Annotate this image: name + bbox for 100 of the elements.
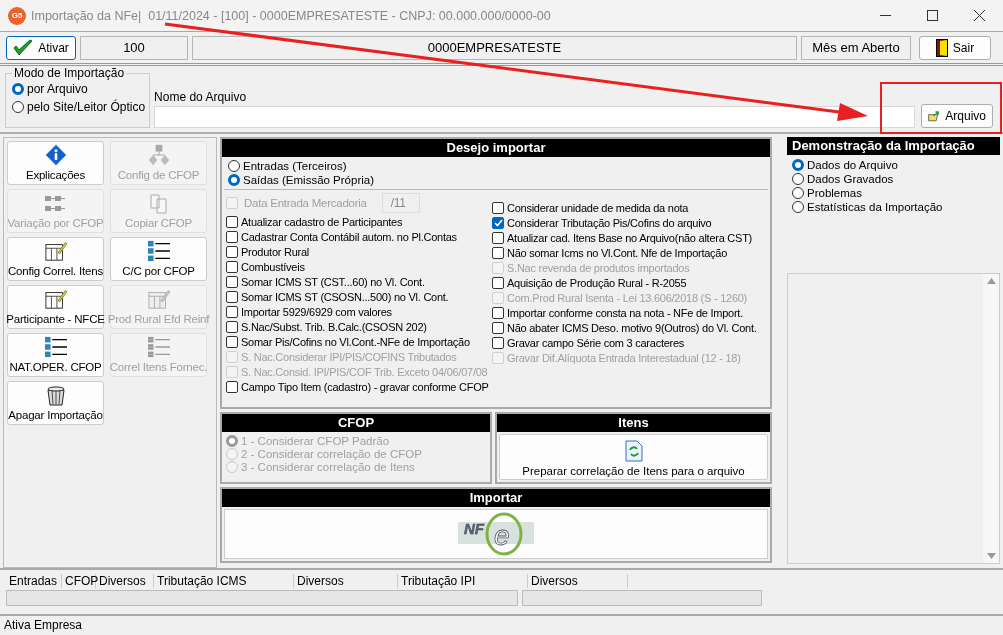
- checkbox-label: Importar 5929/6929 com valores: [241, 305, 392, 318]
- panel-header: Desejo importar: [222, 139, 770, 157]
- status-text: Ativa Empresa: [3, 617, 84, 634]
- checkbox-label: Produtor Rural: [241, 245, 310, 258]
- checkbox[interactable]: [226, 275, 238, 288]
- form-edit-icon: [42, 240, 69, 262]
- checkbox-label: Somar ICMS ST (CSOSN...500) no Vl. Cont.: [241, 290, 449, 303]
- radio-button[interactable]: [228, 174, 240, 186]
- radio-label: pelo Site/Leitor Óptico: [27, 100, 146, 114]
- radio-button[interactable]: [792, 187, 804, 199]
- checkbox-label: Atualizar cad. Itens Base no Arquivo(não altera CST): [507, 231, 753, 244]
- checkbox[interactable]: [492, 201, 504, 214]
- checkbox-label: S. Nac.Consid. IPI/PIS/COF Trib. Exceto 04/06/07/08: [241, 365, 488, 378]
- action-button[interactable]: Config Correl. Itens: [7, 237, 104, 281]
- checkbox-label: S.Nac/Subst. Trib. B.Calc.(CSOSN 202): [241, 320, 427, 333]
- action-button[interactable]: Apagar Importação: [7, 381, 104, 425]
- door-icon: [935, 38, 948, 57]
- checkbox-label: S.Nac revenda de produtos importados: [507, 261, 690, 274]
- checkbox[interactable]: [226, 245, 238, 258]
- action-button[interactable]: Explicações: [7, 141, 104, 185]
- checkbox-label: Atualizar cadastro de Participantes: [241, 215, 403, 228]
- checkbox-label: S. Nac.Considerar IPI/PIS/COFINS Tributados: [241, 350, 457, 363]
- checkmark-icon: [493, 218, 503, 227]
- checkbox[interactable]: [226, 230, 238, 243]
- checkbox-label: Combustíveis: [241, 260, 305, 273]
- checkbox[interactable]: [226, 290, 238, 303]
- action-button[interactable]: C/C por CFOP: [110, 237, 207, 281]
- radio-button[interactable]: [12, 83, 24, 95]
- checkbox-label: Somar ICMS ST (CST...60) no Vl. Cont.: [241, 275, 425, 288]
- company-name: 0000EMPRESATESTE: [192, 35, 797, 60]
- field-label: Nome do Arquivo: [154, 90, 248, 104]
- list-icon: [145, 240, 172, 262]
- checkbox-label: Importar conforme consta na nota - NFe de Import.: [507, 306, 743, 319]
- panel-header: Demonstração da Importação: [787, 137, 1000, 155]
- radio-button[interactable]: [792, 159, 804, 171]
- checkbox-label: Não abater ICMS Deso. motivo 9(Outros) do Vl. Cont.: [507, 321, 757, 334]
- action-button[interactable]: NAT.OPER. CFOP: [7, 333, 104, 377]
- radio-button[interactable]: [12, 101, 24, 113]
- list-icon: [42, 336, 69, 358]
- info-icon: [42, 144, 69, 166]
- window-title: Importação da NFe| 01/11/2024 - [100] - 0000EMPRESATESTE - CNPJ: 00.000.000/0000-00: [31, 8, 552, 23]
- checkbox-label: Gravar Dif.Alíquota Entrada Interestadual (12 - 18): [507, 351, 741, 364]
- prepare-button[interactable]: Preparar correlação de Itens para o arquivo: [499, 434, 768, 480]
- radio-label: Dados do Arquivo: [807, 159, 898, 171]
- checkbox[interactable]: [226, 335, 238, 348]
- radio-label: Saídas (Emissão Própria): [243, 174, 375, 186]
- checkbox[interactable]: [226, 380, 238, 393]
- checkbox-label: Somar Pis/Cofins no Vl.Cont.-NFe de Importação: [241, 335, 470, 348]
- copy-icon: [148, 192, 169, 214]
- checkbox-label: Com.Prod Rural Isenta - Lei 13.606/2018 (S - 1260): [507, 291, 748, 304]
- app-icon: G5: [8, 6, 26, 25]
- form-edit-icon: [145, 288, 172, 310]
- panel-header: Importar: [222, 489, 770, 507]
- panel-header: Itens: [497, 414, 770, 432]
- checkbox-label: Considerar unidade de medida da nota: [507, 201, 689, 214]
- action-button[interactable]: Participante - NFCE: [7, 285, 104, 329]
- panel-header: CFOP: [222, 414, 490, 432]
- checkbox[interactable]: [226, 305, 238, 318]
- checkbox-label: Aquisição de Produção Rural - R-2055: [507, 276, 687, 289]
- radio-button[interactable]: [792, 173, 804, 185]
- checkbox-label: Cadastrar Conta Contábil autom. no Pl.Contas: [241, 230, 457, 243]
- refresh-document-icon: [624, 440, 643, 462]
- column-header: Tributação IPI: [398, 574, 528, 588]
- checkbox[interactable]: [226, 260, 238, 273]
- column-header: Tributação ICMS: [154, 574, 294, 588]
- radio-label: Problemas: [807, 187, 862, 199]
- activate-button[interactable]: Ativar: [6, 35, 76, 60]
- checkbox-label: Não somar Icms no Vl.Cont. Nfe de Importação: [507, 246, 728, 259]
- exit-button[interactable]: Sair: [919, 35, 991, 60]
- radio-label: por Arquivo: [27, 82, 88, 96]
- column-header: Diversos: [294, 574, 398, 588]
- checkbox[interactable]: [492, 231, 504, 244]
- scroll-up-icon[interactable]: [986, 278, 996, 284]
- column-header: Entradas: [6, 574, 62, 588]
- radio-label: Dados Gravados: [807, 173, 894, 185]
- scroll-down-icon[interactable]: [986, 553, 996, 559]
- maximize-icon[interactable]: [927, 10, 938, 21]
- checkbox[interactable]: [492, 216, 504, 229]
- checkmark-icon: [13, 38, 34, 57]
- grid-icon: [43, 194, 68, 214]
- radio-button[interactable]: [228, 160, 240, 172]
- close-icon[interactable]: [974, 10, 985, 21]
- checkbox[interactable]: [492, 246, 504, 259]
- scrollbar[interactable]: [983, 274, 999, 563]
- checkbox[interactable]: [492, 276, 504, 289]
- file-name-field[interactable]: [154, 106, 915, 128]
- checkbox[interactable]: [492, 321, 504, 334]
- checkbox[interactable]: [226, 215, 238, 228]
- file-button[interactable]: Arquivo: [921, 104, 993, 128]
- radio-label: 2 - Considerar correlação de CFOP: [241, 448, 422, 460]
- radio-button[interactable]: [792, 201, 804, 213]
- radio-label: 1 - Considerar CFOP Padrão: [241, 435, 390, 447]
- checkbox-label: Considerar Tributação Pis/Cofins do arquivo: [507, 216, 712, 229]
- checkbox[interactable]: [492, 306, 504, 319]
- trash-icon: [44, 384, 67, 406]
- group-title: Modo de Importação: [13, 66, 126, 80]
- checkbox-label: Campo Tipo Item (cadastro) - gravar conforme CFOP: [241, 380, 489, 393]
- checkbox[interactable]: [492, 336, 504, 349]
- checkbox[interactable]: [226, 320, 238, 333]
- form-edit-icon: [42, 288, 69, 310]
